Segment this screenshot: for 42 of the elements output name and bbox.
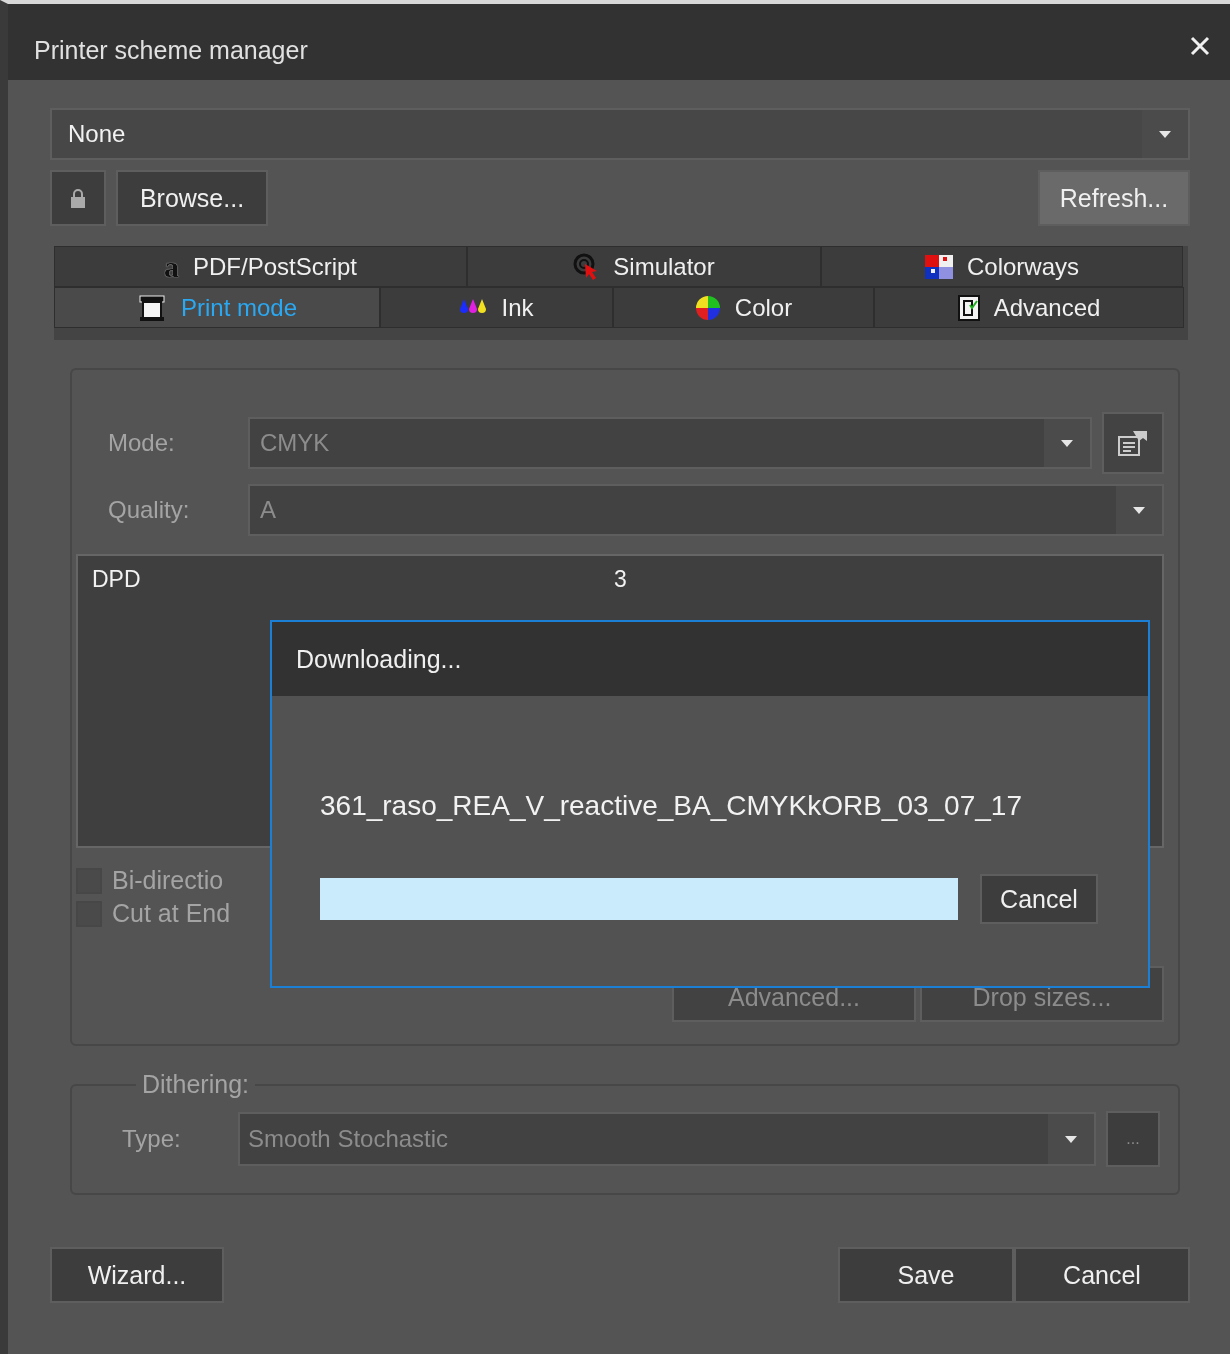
dropdown-arrow-icon bbox=[1159, 130, 1171, 138]
tab-label: Advanced bbox=[993, 293, 1101, 322]
cancel-button[interactable]: Cancel bbox=[1014, 1247, 1190, 1303]
color-wheel-icon bbox=[694, 294, 721, 321]
mode-label: Mode: bbox=[108, 429, 176, 457]
file-name: 361_raso_REA_V_reactive_BA_CMYKkORB_03_07_17 bbox=[320, 790, 1023, 822]
tab-label: PDF/PostScript bbox=[192, 252, 357, 281]
window-title: Printer scheme manager bbox=[34, 35, 308, 65]
quality-label: Quality: bbox=[108, 496, 191, 524]
lock-icon bbox=[70, 188, 86, 208]
dropdown-arrow-icon bbox=[1133, 506, 1145, 514]
wizard-button[interactable]: Wizard... bbox=[50, 1247, 224, 1303]
browse-button[interactable]: Browse... bbox=[116, 170, 268, 226]
tab-label: Simulator bbox=[613, 252, 715, 281]
save-button[interactable]: Save bbox=[838, 1247, 1014, 1303]
dropdown-arrow-icon bbox=[1061, 439, 1073, 447]
table-cell: 3 bbox=[614, 566, 627, 593]
dropdown-arrow-icon bbox=[1065, 1135, 1077, 1143]
type-label: Type: bbox=[122, 1125, 182, 1153]
lock-button[interactable] bbox=[50, 170, 106, 226]
dithering-legend: Dithering: bbox=[136, 1070, 255, 1099]
tab-label: Print mode bbox=[180, 293, 298, 322]
tab[interactable]: Advanced bbox=[874, 287, 1184, 328]
tab[interactable]: Simulator bbox=[467, 246, 821, 287]
checkbox-label: Bi-directio bbox=[112, 866, 224, 895]
grid-flag-icon bbox=[925, 254, 953, 279]
tab[interactable]: Colorways bbox=[821, 246, 1183, 287]
scheme-select[interactable]: None bbox=[50, 108, 1190, 160]
dialog-title: Downloading... bbox=[296, 644, 462, 674]
dialog-cancel-button[interactable]: Cancel bbox=[980, 874, 1098, 924]
printer-frame-icon bbox=[136, 292, 167, 323]
close-icon[interactable] bbox=[1190, 36, 1210, 56]
tab-label: Ink bbox=[501, 293, 534, 322]
checkbox-label: Cut at End bbox=[112, 899, 231, 928]
tab[interactable]: Ink bbox=[380, 287, 613, 328]
mode-settings-button[interactable] bbox=[1102, 412, 1164, 474]
refresh-button[interactable]: Refresh... bbox=[1038, 170, 1190, 226]
tab[interactable]: Color bbox=[613, 287, 874, 328]
document-check-icon bbox=[957, 294, 980, 321]
tab-label: Colorways bbox=[967, 252, 1079, 281]
table-cell-text: DPD bbox=[92, 566, 142, 593]
tab-label: Color bbox=[734, 293, 793, 322]
